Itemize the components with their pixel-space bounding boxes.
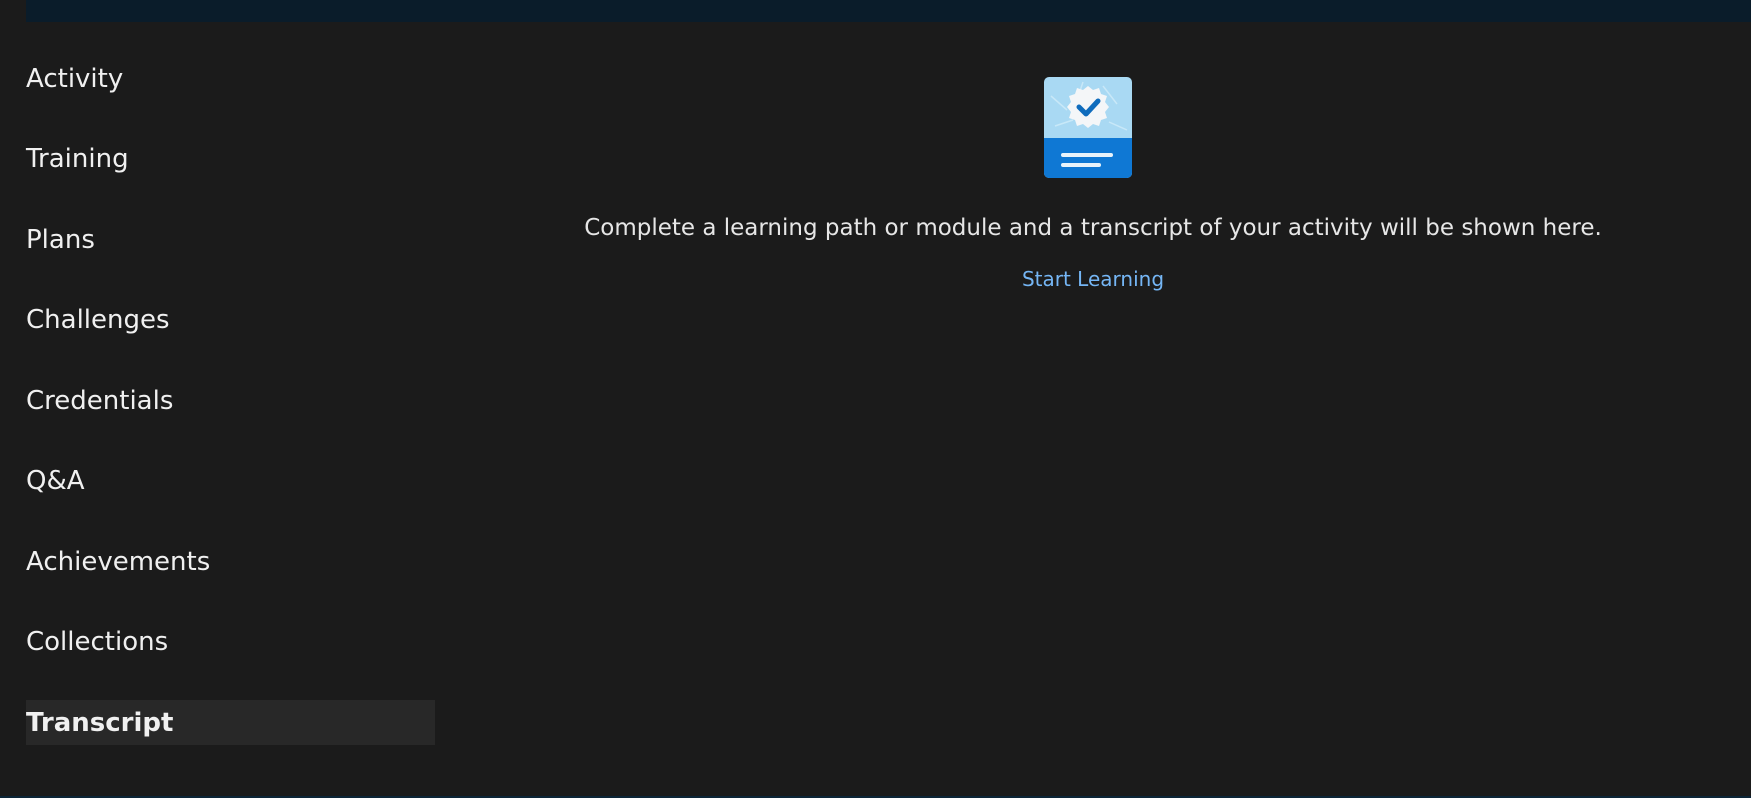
transcript-page: Activity Training Plans Challenges Crede… xyxy=(0,0,1751,798)
sidebar-item-challenges[interactable]: Challenges xyxy=(26,298,435,343)
top-banner xyxy=(26,0,1751,22)
sidebar-item-credentials[interactable]: Credentials xyxy=(26,378,435,423)
sidebar-item-qa[interactable]: Q&A xyxy=(26,459,435,504)
sidebar-item-plans[interactable]: Plans xyxy=(26,217,435,262)
certificate-badge-icon xyxy=(1044,77,1132,178)
sidebar-item-transcript[interactable]: Transcript xyxy=(26,700,435,745)
sidebar-item-achievements[interactable]: Achievements xyxy=(26,539,435,584)
transcript-empty-state: Complete a learning path or module and a… xyxy=(435,76,1751,291)
profile-sidebar-nav: Activity Training Plans Challenges Crede… xyxy=(26,56,435,781)
sidebar-item-training[interactable]: Training xyxy=(26,137,435,182)
sidebar-item-collections[interactable]: Collections xyxy=(26,620,435,665)
start-learning-link[interactable]: Start Learning xyxy=(1022,267,1164,291)
sidebar-item-activity[interactable]: Activity xyxy=(26,56,435,101)
empty-transcript-message: Complete a learning path or module and a… xyxy=(584,215,1602,241)
